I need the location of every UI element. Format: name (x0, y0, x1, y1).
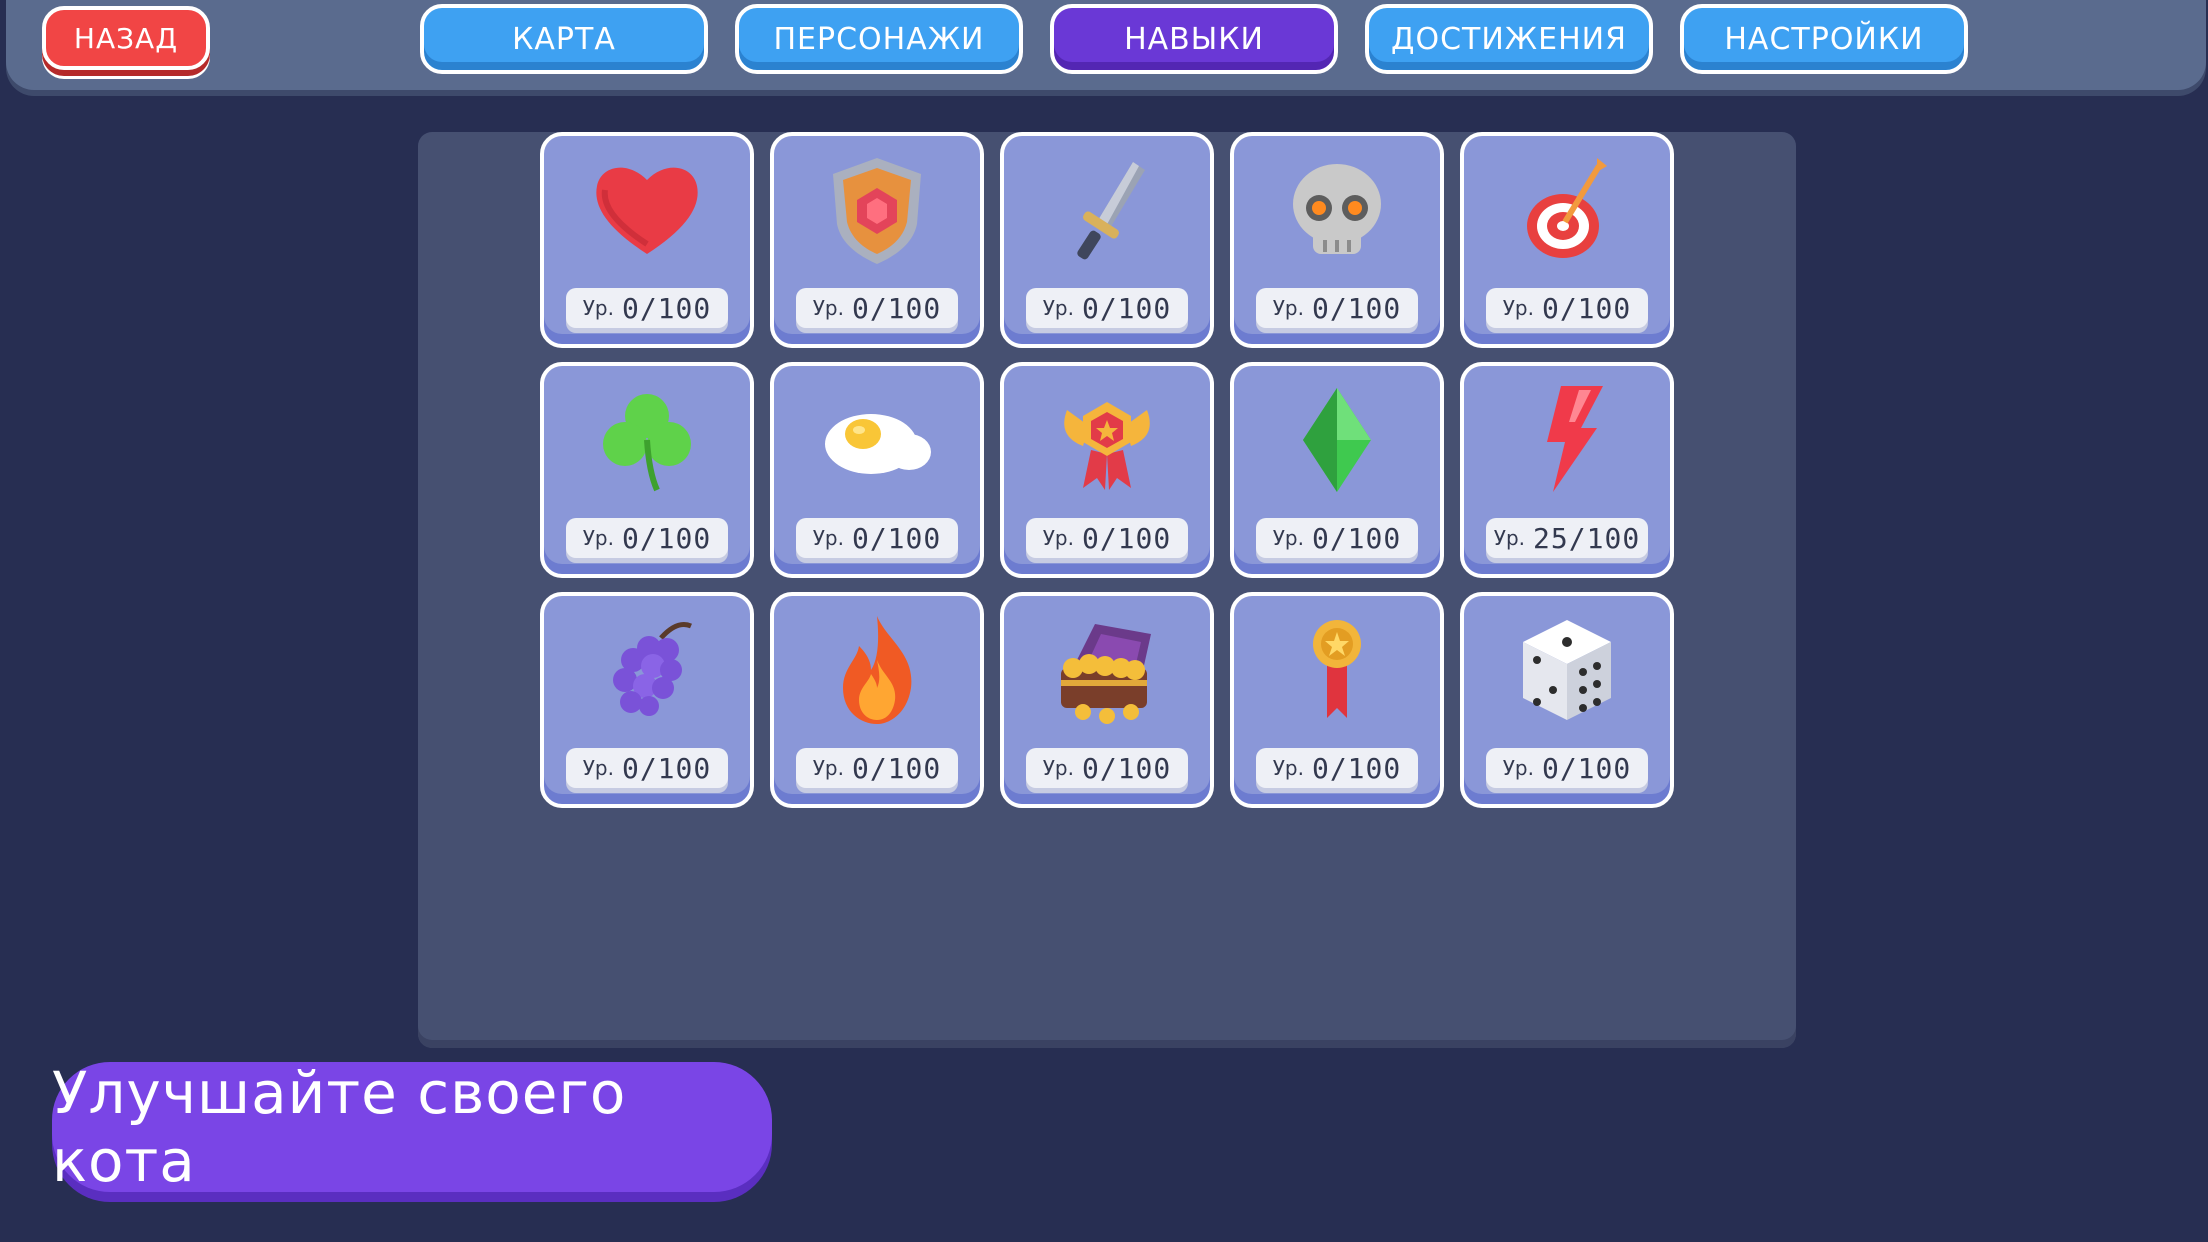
skill-card-grapes[interactable]: Ур. 0/100 (540, 592, 754, 808)
skill-card-dice[interactable]: Ур. 0/100 (1460, 592, 1674, 808)
skill-card-fried-egg[interactable]: Ур. 0/100 (770, 362, 984, 578)
level-badge: Ур. 0/100 (1256, 518, 1418, 558)
skill-card-lightning[interactable]: Ур. 25/100 (1460, 362, 1674, 578)
level-badge: Ур. 0/100 (1026, 288, 1188, 328)
skill-card-winged-badge[interactable]: Ур. 0/100 (1000, 362, 1214, 578)
tab-settings[interactable]: НАСТРОЙКИ (1680, 4, 1968, 74)
fried-egg-icon (825, 414, 931, 474)
skill-card-heart[interactable]: Ур. 0/100 (540, 132, 754, 348)
skull-icon (1293, 164, 1381, 254)
skill-card-treasure-chest[interactable]: Ур. 0/100 (1000, 592, 1214, 808)
shield-icon (833, 158, 921, 264)
level-badge: Ур. 25/100 (1486, 518, 1648, 558)
skill-card-medal[interactable]: Ур. 0/100 (1230, 592, 1444, 808)
back-button[interactable]: НАЗАД (42, 6, 210, 70)
clover-icon (603, 394, 691, 492)
tab-achievements[interactable]: ДОСТИЖЕНИЯ (1365, 4, 1653, 74)
level-badge: Ур. 0/100 (1256, 288, 1418, 328)
skill-card-skull[interactable]: Ур. 0/100 (1230, 132, 1444, 348)
fire-icon (843, 616, 912, 724)
skill-card-shield[interactable]: Ур. 0/100 (770, 132, 984, 348)
treasure-chest-icon (1061, 624, 1151, 724)
skill-card-sword[interactable]: Ур. 0/100 (1000, 132, 1214, 348)
target-icon (1527, 158, 1607, 258)
level-badge: Ур. 0/100 (1486, 288, 1648, 328)
green-gem-icon (1303, 388, 1371, 492)
level-badge: Ур. 0/100 (1486, 748, 1648, 788)
tab-map[interactable]: КАРТА (420, 4, 708, 74)
upgrade-cat-banner: Улучшайте своего кота (52, 1059, 772, 1195)
level-badge: Ур. 0/100 (1256, 748, 1418, 788)
level-badge: Ур. 0/100 (1026, 518, 1188, 558)
level-badge: Ур. 0/100 (566, 518, 728, 558)
level-badge: Ур. 0/100 (796, 748, 958, 788)
tab-skills[interactable]: НАВЫКИ (1050, 4, 1338, 74)
lightning-icon (1547, 386, 1603, 492)
medal-ribbon-icon (1313, 620, 1361, 724)
grapes-icon (613, 622, 692, 716)
skill-card-target[interactable]: Ур. 0/100 (1460, 132, 1674, 348)
winged-badge-icon (1064, 402, 1150, 490)
heart-icon (596, 167, 698, 254)
level-badge: Ур. 0/100 (796, 518, 958, 558)
level-badge: Ур. 0/100 (1026, 748, 1188, 788)
skill-card-gem[interactable]: Ур. 0/100 (1230, 362, 1444, 578)
dice-icon (1523, 620, 1611, 720)
skill-card-clover[interactable]: Ур. 0/100 (540, 362, 754, 578)
skill-card-fire[interactable]: Ур. 0/100 (770, 592, 984, 808)
sword-icon (1077, 162, 1145, 260)
level-badge: Ур. 0/100 (566, 748, 728, 788)
tab-characters[interactable]: ПЕРСОНАЖИ (735, 4, 1023, 74)
level-badge: Ур. 0/100 (566, 288, 728, 328)
level-badge: Ур. 0/100 (796, 288, 958, 328)
